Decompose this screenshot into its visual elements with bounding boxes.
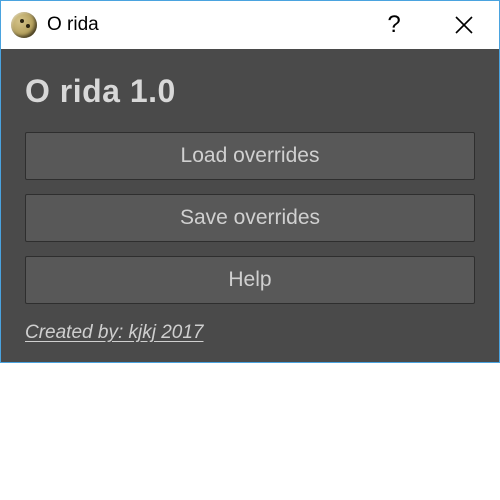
close-button[interactable] <box>429 1 499 49</box>
client-area: O rida 1.0 Load overrides Save overrides… <box>1 49 499 362</box>
app-icon <box>11 12 37 38</box>
help-action-button[interactable]: Help <box>25 256 475 304</box>
app-heading: O rida 1.0 <box>25 73 475 110</box>
close-icon <box>455 16 473 34</box>
empty-area <box>0 363 500 463</box>
save-overrides-button[interactable]: Save overrides <box>25 194 475 242</box>
window-title: O rida <box>47 14 359 36</box>
credits-link[interactable]: Created by: kjkj 2017 <box>25 322 475 344</box>
titlebar: O rida ? <box>1 1 499 49</box>
help-button[interactable]: ? <box>359 1 429 49</box>
title-controls: ? <box>359 1 499 49</box>
app-window: O rida ? O rida 1.0 Load overrides Save … <box>0 0 500 363</box>
load-overrides-button[interactable]: Load overrides <box>25 132 475 180</box>
